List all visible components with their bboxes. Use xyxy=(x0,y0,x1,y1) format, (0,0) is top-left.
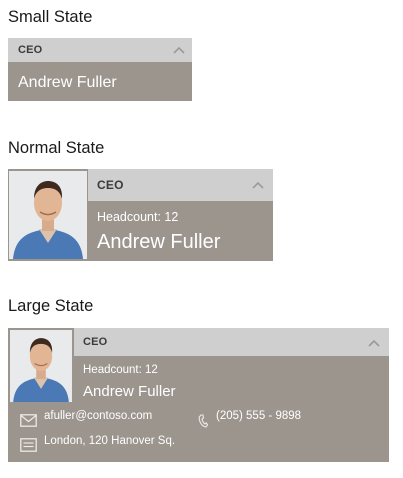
employee-photo xyxy=(10,330,72,402)
org-card-large[interactable]: CEO Headcount: 12 Andrew Fuller afuller@… xyxy=(8,328,389,462)
headcount-label: Headcount: 12 xyxy=(97,210,179,224)
headcount-label: Headcount: 12 xyxy=(83,364,158,376)
chevron-up-icon[interactable] xyxy=(252,181,264,189)
small-state-heading: Small State xyxy=(8,8,93,26)
envelope-icon xyxy=(20,414,37,427)
chevron-up-icon[interactable] xyxy=(173,46,185,54)
email-text[interactable]: afuller@contoso.com xyxy=(44,410,152,422)
phone-text[interactable]: (205) 555 - 9898 xyxy=(216,410,301,422)
employee-photo xyxy=(9,171,87,259)
address-card-icon xyxy=(20,438,37,452)
card-title: CEO xyxy=(18,44,43,56)
card-title: CEO xyxy=(83,336,108,348)
phone-icon xyxy=(198,414,208,428)
card-title: CEO xyxy=(97,178,124,192)
employee-name: Andrew Fuller xyxy=(18,74,117,91)
chevron-up-icon[interactable] xyxy=(368,339,380,347)
employee-name: Andrew Fuller xyxy=(97,231,221,253)
large-state-heading: Large State xyxy=(8,297,94,315)
normal-state-heading: Normal State xyxy=(8,139,105,157)
card-header: CEO xyxy=(8,38,192,62)
card-header: CEO xyxy=(88,169,273,201)
card-header: CEO xyxy=(74,328,389,356)
address-text: London, 120 Hanover Sq. xyxy=(44,435,176,447)
org-card-small[interactable]: CEO Andrew Fuller xyxy=(8,38,192,101)
employee-name: Andrew Fuller xyxy=(83,383,176,400)
org-card-normal[interactable]: CEO Headcount: 12 Andrew Fuller xyxy=(8,169,273,261)
